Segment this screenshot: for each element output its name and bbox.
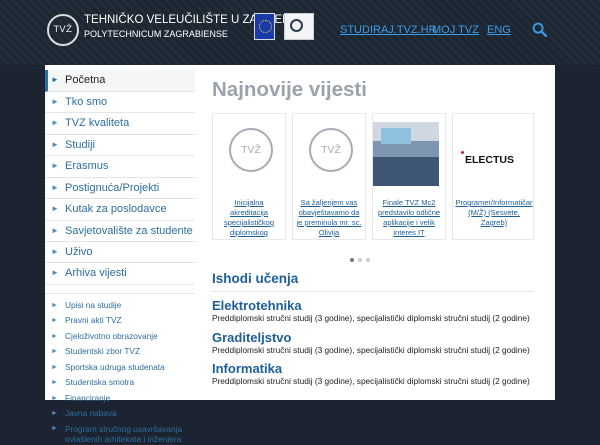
- sidebar-nav: ► Početna ► Tko smo ► TVZ kvaliteta ► Studij…: [45, 70, 195, 445]
- sidebar-item-label: TVZ kvaliteta: [65, 117, 130, 129]
- sidebar-item-label: Tko smo: [65, 95, 108, 108]
- eng-link[interactable]: ENG: [487, 24, 511, 36]
- arrow-right-icon: ►: [51, 118, 59, 127]
- sidebar-link-studentski-zbor[interactable]: ► Studentski zbor TVZ: [45, 344, 195, 360]
- sidebar-item-arhiva[interactable]: ► Arhiva vijesti: [45, 263, 195, 285]
- sidebar-link-label: Studentski zbor TVZ: [65, 346, 141, 356]
- sidebar-link-strucno-usavrsavanje[interactable]: ► Program stručnog usavršavanja ovlašteni…: [45, 422, 195, 445]
- sidebar-link-smotra[interactable]: ► Studentska smotra: [45, 375, 195, 391]
- news-heading: Najnovije vijesti: [212, 78, 367, 101]
- program-description: Preddiplomski stručni studij (3 godine),…: [212, 313, 530, 323]
- sidebar-item-label: Početna: [65, 74, 106, 86]
- program-title[interactable]: Elektrotehnika: [212, 298, 534, 313]
- arrow-right-icon: ►: [51, 424, 58, 432]
- search-icon[interactable]: [532, 22, 547, 37]
- news-thumbnail: TVŽ: [221, 124, 281, 186]
- arrow-right-icon: ►: [51, 96, 59, 106]
- program-description: Preddiplomski stručni studij (3 godine),…: [212, 376, 530, 386]
- sidebar-link-label: Javna nabava: [65, 408, 117, 418]
- arrow-right-icon: ►: [51, 317, 58, 324]
- sidebar-item-label: Savjetovalište za studente: [65, 224, 193, 237]
- news-carousel: TVŽ Inicijalna akreditacija specijalisti…: [212, 113, 534, 258]
- sidebar-link-label: Pravni akti TVZ: [65, 315, 122, 325]
- sidebar-item-kutak[interactable]: ► Kutak za poslodavce: [45, 199, 195, 221]
- sidebar-link-financiranje[interactable]: ► Financiranje: [45, 391, 195, 407]
- arrow-right-icon: ►: [51, 139, 59, 149]
- arrow-right-icon: ►: [51, 348, 58, 355]
- news-card-title[interactable]: Sa žaljenjem vas obavještavamo da je pre…: [295, 198, 363, 238]
- page-content: ► Početna ► Tko smo ► TVZ kvaliteta ► Studij…: [45, 65, 555, 444]
- program-title[interactable]: Informatika: [212, 361, 534, 376]
- sidebar-link-upisi[interactable]: ► Upisi na studije: [45, 298, 195, 314]
- arrow-right-icon: ►: [51, 363, 58, 371]
- eu-flag-badge: [254, 13, 275, 40]
- news-thumbnail: ELECTUS: [461, 124, 521, 186]
- sidebar-link-pravni-akti[interactable]: ► Pravni akti TVZ: [45, 313, 195, 329]
- program-title[interactable]: Graditeljstvo: [212, 330, 534, 345]
- sidebar-item-label: Erasmus: [65, 160, 109, 172]
- sidebar-item-label: Uživo: [65, 245, 93, 258]
- tvz-logo-icon: TVŽ: [309, 128, 353, 172]
- arrow-right-icon: ►: [51, 410, 58, 417]
- studiraj-link[interactable]: STUDIRAJ.TVZ.HR: [340, 24, 437, 36]
- site-header: TVŽ TEHNIČKO VELEUČILIŠTE U ZAGREBU POLY…: [0, 0, 600, 65]
- arrow-right-icon: ►: [51, 246, 59, 256]
- news-card[interactable]: TVŽ Inicijalna akreditacija specijalisti…: [212, 113, 286, 240]
- moj-tvz-link[interactable]: MOJ TVZ: [432, 24, 479, 36]
- sidebar-link-label: Program stručnog usavršavanja ovlaštenih…: [65, 423, 183, 445]
- quality-certificate-badge: [284, 13, 314, 40]
- sidebar-item-pocetna[interactable]: ► Početna: [45, 70, 195, 92]
- news-card-title[interactable]: Programer/Informatičar (M/Ž) (Sesvete, Z…: [455, 198, 533, 228]
- arrow-right-icon: ►: [51, 182, 59, 192]
- sidebar-link-label: Cjeloživotno obrazovanje: [65, 330, 158, 341]
- arrow-right-icon: ►: [51, 301, 58, 309]
- carousel-dot-3[interactable]: [366, 258, 370, 262]
- sidebar-item-tvz-kvaliteta[interactable]: ► TVZ kvaliteta: [45, 113, 195, 135]
- tvz-logo[interactable]: TVŽ: [47, 14, 79, 46]
- news-card-title[interactable]: Inicijalna akreditacija specijalističkog…: [215, 198, 283, 239]
- news-card-title[interactable]: Finale TVZ Mc2 predstavilo odlične aplik…: [375, 198, 443, 238]
- sidebar-item-erasmus[interactable]: ► Erasmus: [45, 156, 195, 178]
- sidebar-item-savjetovaliste[interactable]: ► Savjetovalište za studente: [45, 221, 195, 242]
- sidebar-item-label: Arhiva vijesti: [65, 267, 127, 279]
- sidebar-link-sportska-udruga[interactable]: ► Sportska udruga studenata: [45, 360, 195, 376]
- learning-outcomes: Ishodi učenja Elektrotehnika Preddiploms…: [212, 269, 534, 387]
- sidebar-item-label: Studiji: [65, 138, 95, 151]
- sidebar-link-cjelozivotno[interactable]: ► Cjeloživotno obrazovanje: [45, 329, 195, 345]
- arrow-right-icon: ►: [51, 268, 59, 277]
- sidebar-link-label: Financiranje: [65, 392, 111, 403]
- electus-logo: ELECTUS: [465, 154, 515, 166]
- news-card[interactable]: ELECTUS Programer/Informatičar (M/Ž) (Se…: [452, 113, 534, 240]
- arrow-right-icon: ►: [51, 204, 59, 213]
- sidebar-link-label: Sportska udruga studenata: [65, 361, 165, 372]
- news-card[interactable]: Finale TVZ Mc2 predstavilo odlične aplik…: [372, 113, 446, 240]
- conference-photo: [373, 122, 439, 186]
- sidebar-item-label: Kutak za poslodavce: [65, 203, 167, 215]
- tvz-logo-icon: TVŽ: [229, 128, 273, 172]
- institution-latin-name: POLYTECHNICUM ZAGRABIENSE: [84, 29, 228, 39]
- news-card[interactable]: TVŽ Sa žaljenjem vas obavještavamo da je…: [292, 113, 366, 240]
- electus-logo-mark: [461, 151, 464, 154]
- carousel-dot-2[interactable]: [358, 258, 362, 262]
- sidebar-item-tko-smo[interactable]: ► Tko smo: [45, 92, 195, 113]
- carousel-dot-1[interactable]: [350, 258, 354, 262]
- news-thumbnail: TVŽ: [301, 124, 361, 186]
- sidebar-item-uzivo[interactable]: ► Uživo: [45, 242, 195, 263]
- secondary-nav: ► Upisi na studije ► Pravni akti TVZ ► Cjel…: [45, 292, 195, 445]
- learning-outcomes-heading: Ishodi učenja: [212, 269, 534, 292]
- sidebar-item-studiji[interactable]: ► Studiji: [45, 135, 195, 156]
- sidebar-item-label: Postignuća/Projekti: [65, 181, 160, 194]
- sidebar-link-javna-nabava[interactable]: ► Javna nabava: [45, 406, 195, 422]
- arrow-right-icon: ►: [51, 161, 59, 170]
- sidebar-link-label: Studentska smotra: [65, 377, 135, 387]
- arrow-right-icon: ►: [51, 379, 58, 386]
- program-description: Preddiplomski stručni studij (3 godine),…: [212, 344, 530, 355]
- arrow-right-icon: ►: [51, 225, 59, 235]
- arrow-right-icon: ►: [51, 394, 58, 402]
- arrow-right-icon: ►: [51, 332, 58, 340]
- sidebar-item-postignuca[interactable]: ► Postignuća/Projekti: [45, 178, 195, 199]
- sidebar-link-label: Upisi na studije: [65, 299, 122, 310]
- arrow-right-icon: ►: [51, 75, 59, 84]
